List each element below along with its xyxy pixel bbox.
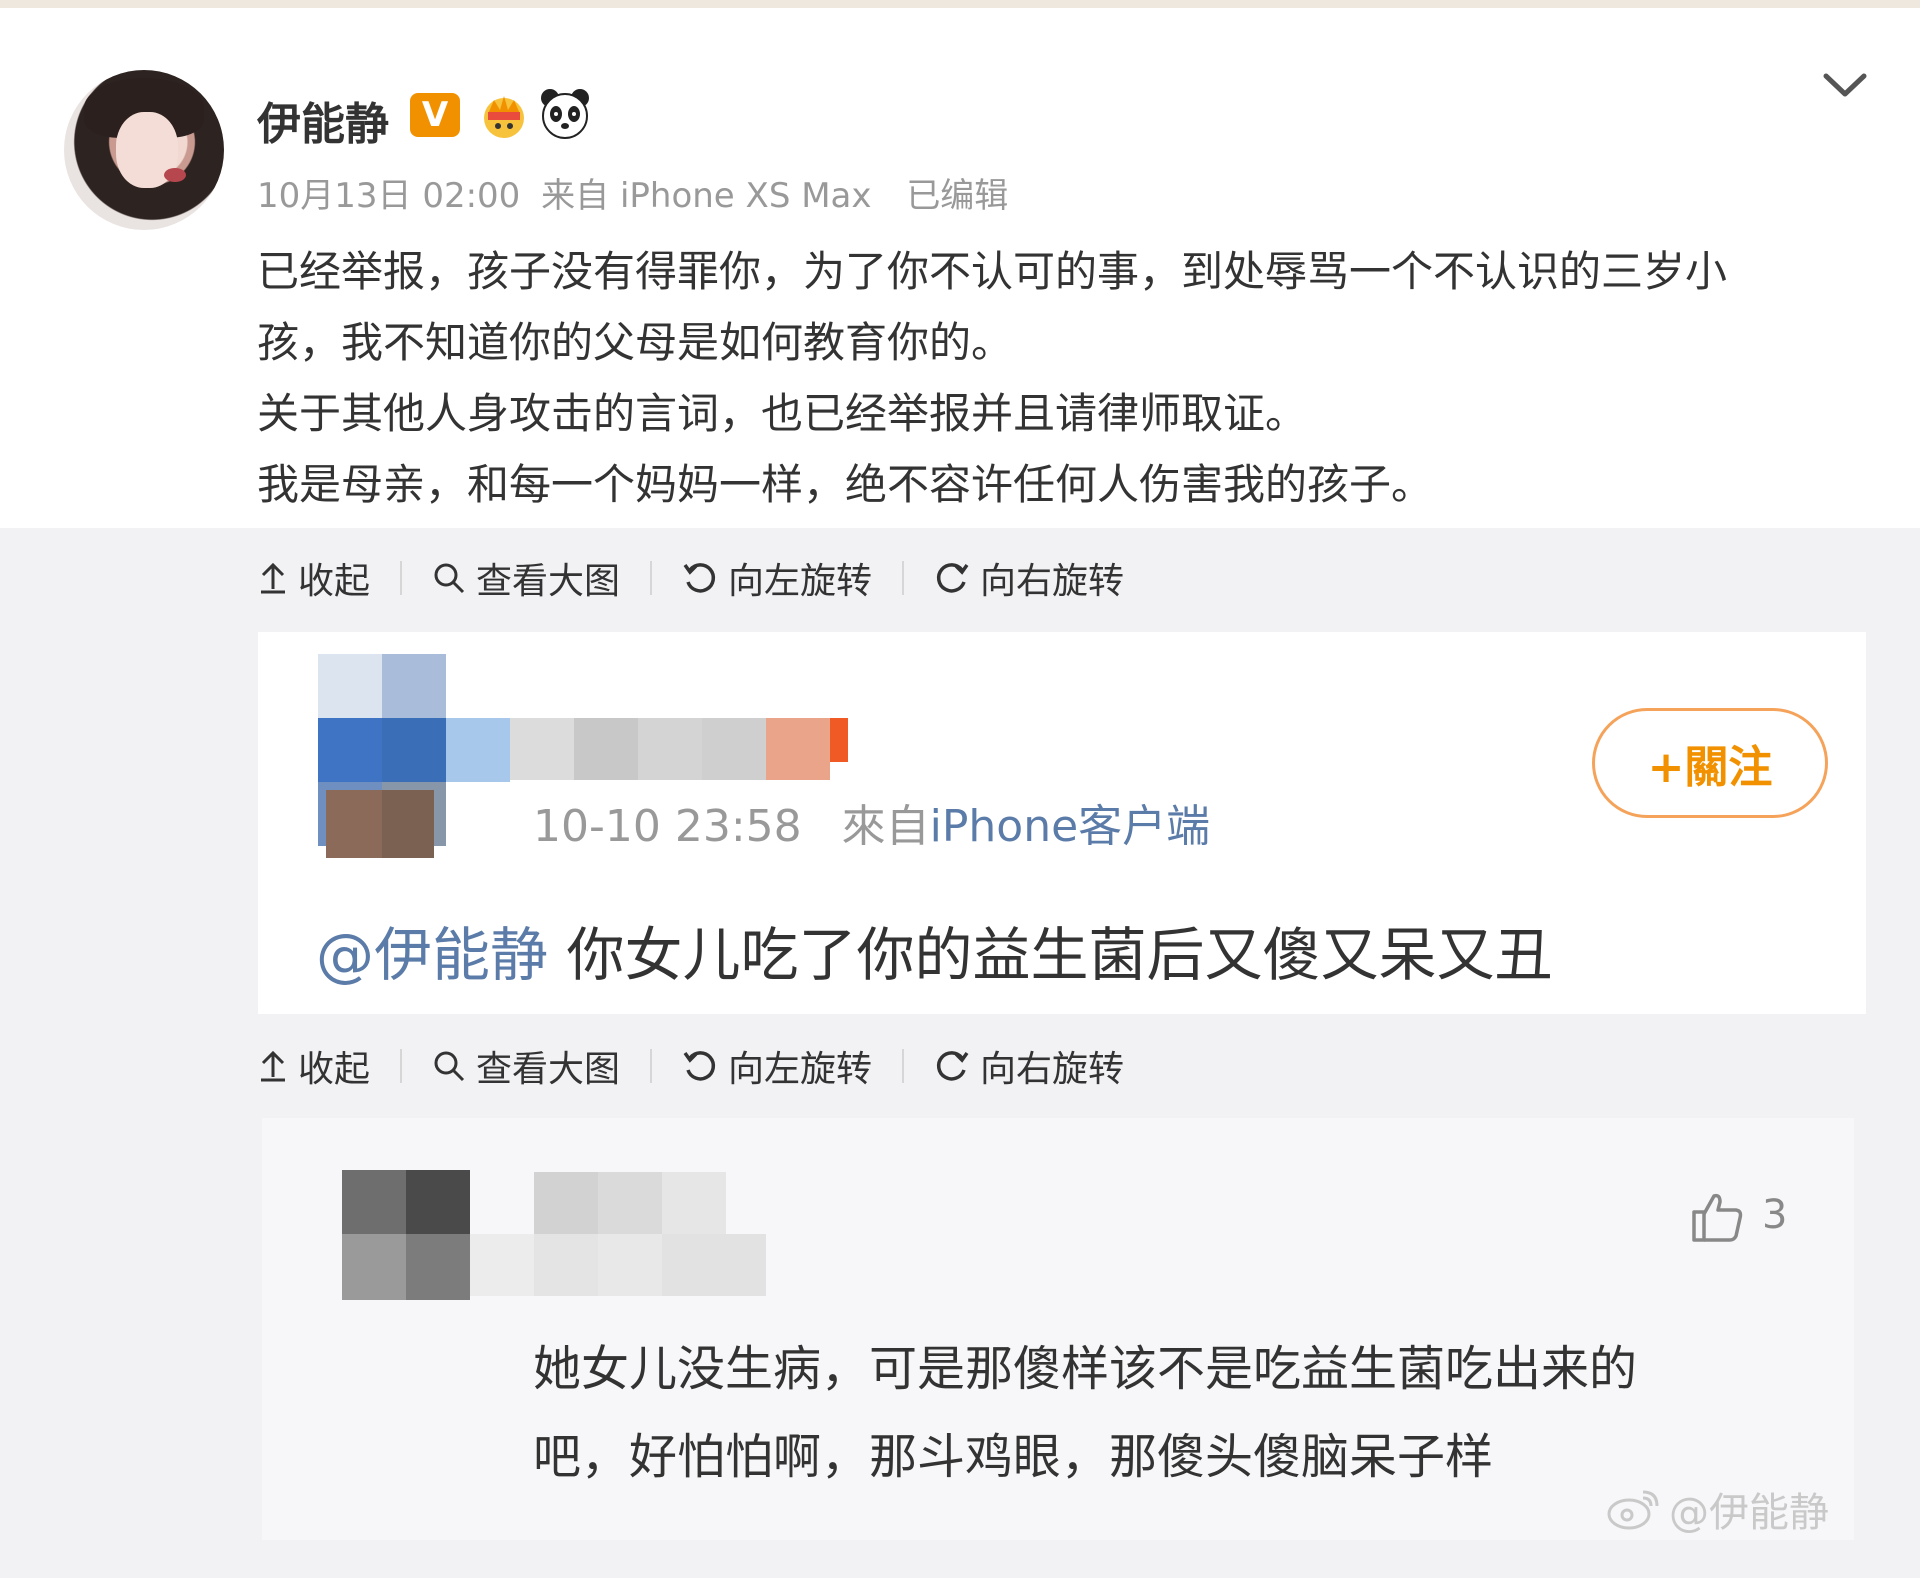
search-icon	[434, 1051, 465, 1082]
view-large-label: 查看大图	[476, 561, 621, 602]
rotate-right-label: 向右旋转	[980, 1049, 1125, 1090]
collapse-label: 收起	[298, 1049, 371, 1090]
collapse-button[interactable]: 收起	[258, 1040, 370, 1092]
rotate-right-icon	[936, 1051, 969, 1081]
card-comment-text: 你女儿吃了你的益生菌后又傻又呆又丑	[548, 921, 1553, 989]
divider	[902, 561, 905, 595]
divider	[650, 1049, 653, 1083]
weibo-logo-icon	[1607, 1490, 1659, 1530]
username[interactable]: 伊能静	[257, 88, 389, 152]
divider	[400, 561, 403, 595]
arrow-up-icon	[261, 562, 285, 594]
thumbs-up-icon[interactable]	[1690, 1190, 1746, 1244]
rotate-right-label: 向右旋转	[980, 561, 1125, 602]
post-meta: 10月13日 02:00 来自 iPhone XS Max 已编辑	[257, 168, 1018, 217]
crown-icon	[484, 96, 524, 138]
card-comment: @伊能静 你女儿吃了你的益生菌后又傻又呆又丑	[316, 908, 1552, 992]
top-border	[0, 0, 1920, 8]
comment-body: 她女儿没生病，可是那傻样该不是吃益生菌吃出来的 吧，好怕怕啊，那斗鸡眼，那傻头傻…	[533, 1325, 1813, 1501]
edited-label[interactable]: 已编辑	[906, 176, 1008, 216]
collapse-button[interactable]: 收起	[258, 552, 370, 604]
post-line: 我是母亲，和每一个妈妈一样，绝不容许任何人伤害我的孩子。	[257, 460, 1434, 509]
view-large-button[interactable]: 查看大图	[432, 1040, 620, 1092]
avatar[interactable]	[64, 70, 224, 230]
follow-button[interactable]: +關注	[1592, 708, 1828, 818]
rotate-right-button[interactable]: 向右旋转	[934, 552, 1124, 604]
rotate-left-button[interactable]: 向左旋转	[682, 1040, 872, 1092]
rotate-left-icon	[683, 1051, 716, 1081]
card-source-prefix: 來自	[841, 801, 930, 852]
chevron-down-icon[interactable]	[1820, 68, 1870, 104]
comment-line: 她女儿没生病，可是那傻样该不是吃益生菌吃出来的	[533, 1341, 1638, 1397]
card-time: 10-10 23:58	[533, 801, 802, 852]
post-timestamp[interactable]: 10月13日 02:00	[257, 176, 520, 216]
rotate-left-label: 向左旋转	[728, 1049, 873, 1090]
divider	[902, 1049, 905, 1083]
card-timestamp: 10-10 23:58 來自iPhone客户端	[533, 790, 1210, 854]
watermark-text: @伊能静	[1669, 1490, 1829, 1536]
rotate-right-icon	[936, 563, 969, 593]
collapse-label: 收起	[298, 561, 371, 602]
rotate-right-button[interactable]: 向右旋转	[934, 1040, 1124, 1092]
weibo-watermark: @伊能静	[1605, 1480, 1829, 1538]
rotate-left-label: 向左旋转	[728, 561, 873, 602]
rotate-left-icon	[683, 563, 716, 593]
search-icon	[434, 563, 465, 594]
panda-icon	[541, 89, 589, 139]
image-toolbar: 收起 查看大图 向左旋转 向右旋转	[258, 1036, 1124, 1096]
view-large-button[interactable]: 查看大图	[432, 552, 620, 604]
post-source: 来自 iPhone XS Max	[541, 176, 872, 216]
view-large-label: 查看大图	[476, 1049, 621, 1090]
divider	[650, 561, 653, 595]
like-count: 3	[1762, 1192, 1788, 1238]
divider	[400, 1049, 403, 1083]
post-line: 关于其他人身攻击的言词，也已经举报并且请律师取证。	[257, 389, 1308, 438]
mention-link[interactable]: @伊能静	[316, 921, 548, 989]
rotate-left-button[interactable]: 向左旋转	[682, 552, 872, 604]
post-line: 已经举报，孩子没有得罪你，为了你不认可的事，到处辱骂一个不认识的三岁小	[257, 247, 1728, 296]
post-line: 孩，我不知道你的父母是如何教育你的。	[257, 318, 1014, 367]
post-body: 已经举报，孩子没有得罪你，为了你不认可的事，到处辱骂一个不认识的三岁小 孩，我不…	[257, 236, 1857, 520]
arrow-up-icon	[261, 1050, 285, 1082]
image-toolbar: 收起 查看大图 向左旋转 向右旋转	[258, 548, 1124, 608]
card-source[interactable]: iPhone客户端	[930, 801, 1211, 852]
verified-badge: V	[410, 93, 460, 137]
